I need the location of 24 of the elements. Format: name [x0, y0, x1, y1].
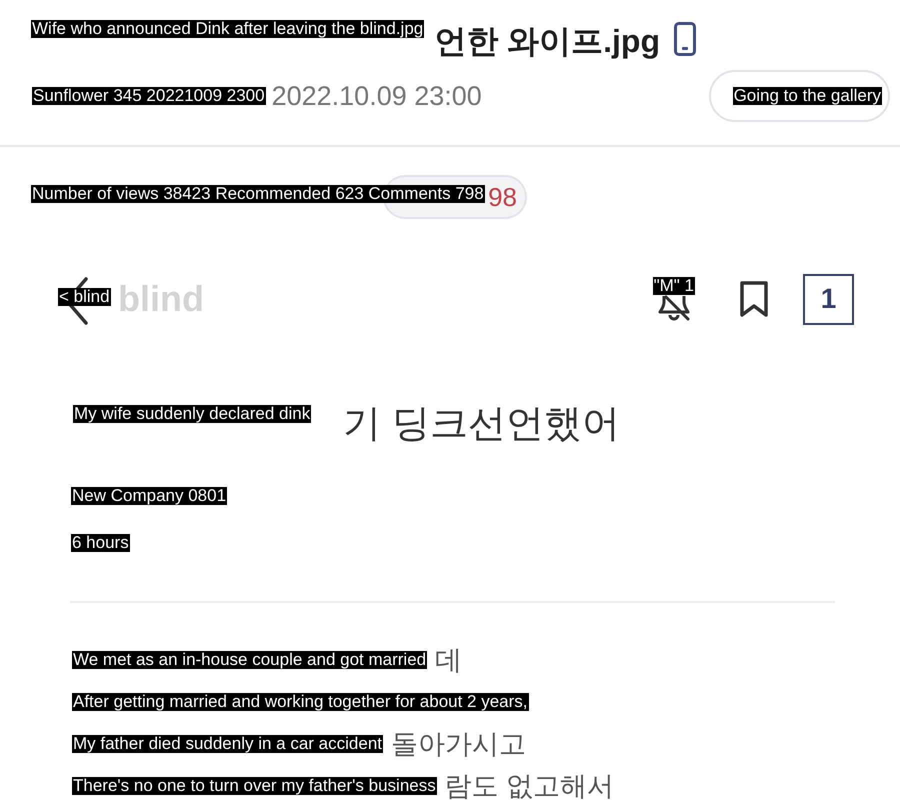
bookmark-icon[interactable]	[739, 280, 769, 318]
post-date: 2022.10.09 23:00	[272, 80, 482, 113]
post-title: 언한 와이프.jpg	[434, 22, 660, 61]
time-translation: 6 hours	[71, 534, 130, 552]
body-line-translation: There's no one to turn over my father's business	[72, 777, 437, 795]
body-line-text: 데	[435, 645, 462, 675]
post-heading-translation: My wife suddenly declared dink	[73, 405, 312, 423]
bell-off-icon[interactable]	[658, 295, 690, 321]
back-link[interactable]: < blind	[58, 288, 111, 306]
comments-count: 98	[488, 182, 517, 212]
post-heading: 기 딩크선언했어	[343, 402, 620, 447]
body-line-translation: We met as an in-house couple and got married	[72, 651, 428, 669]
title-translation: Wife who announced Dink after leaving the blind.jpg	[31, 20, 424, 38]
tab-count-button[interactable]: 1	[803, 274, 854, 324]
body-line-translation: My father died suddenly in a car accident	[72, 735, 384, 753]
notification-translation: "M" 1	[652, 277, 695, 295]
author-translation: New Company 0801	[71, 487, 228, 505]
body-line-text: 돌아가시고	[391, 729, 526, 759]
body-line-text: 람도 없고해서	[444, 771, 614, 800]
stats-translation: Number of views 38423 Recommended 623 Comments 798	[31, 185, 485, 203]
gallery-button[interactable]: Going to the gallery	[708, 70, 890, 122]
body-line-translation: After getting married and working together for about 2 years,	[72, 693, 529, 711]
byline-translation: Sunflower 345 20221009 2300	[32, 87, 266, 105]
phone-icon	[674, 22, 696, 56]
